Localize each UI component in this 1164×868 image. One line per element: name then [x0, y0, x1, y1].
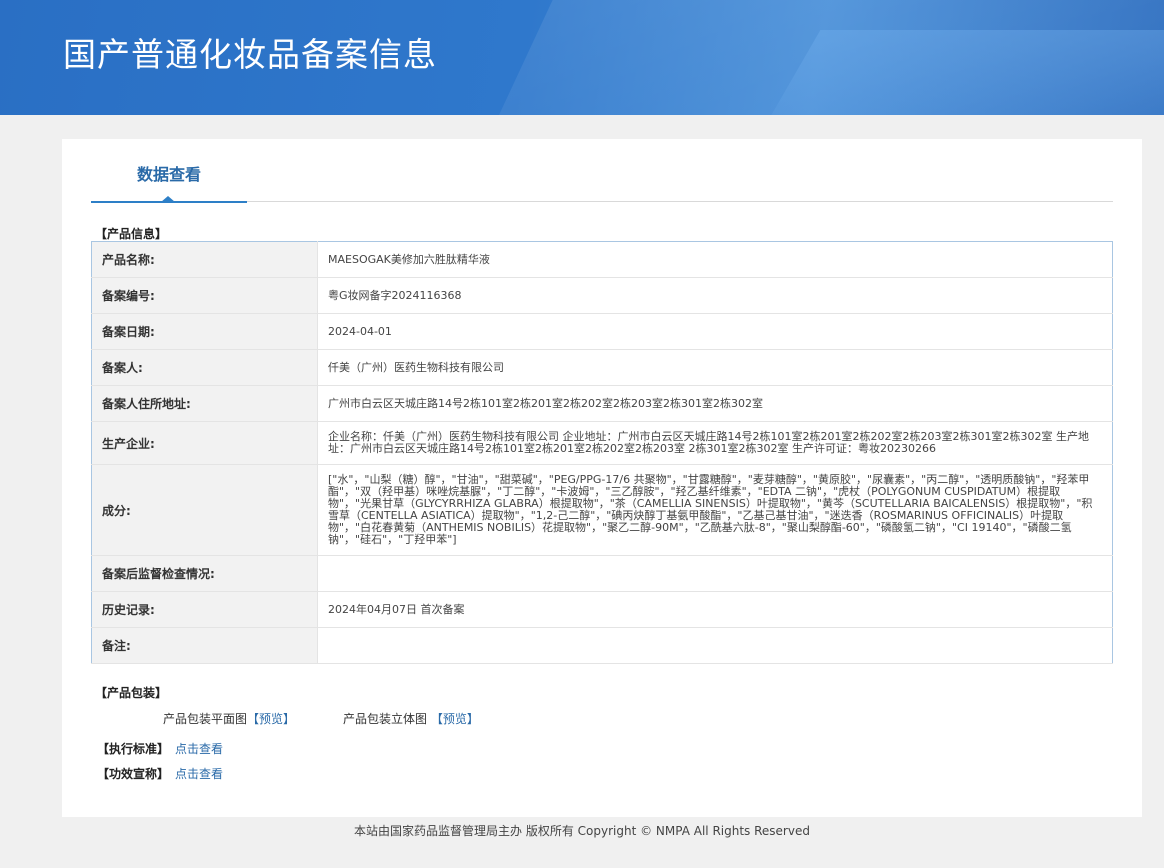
row-label: 产品名称:	[91, 241, 318, 278]
tab-label: 数据查看	[136, 165, 201, 184]
packaging-solid-label: 产品包装立体图	[343, 712, 428, 726]
row-label: 备案后监督检查情况:	[91, 555, 318, 592]
packaging-flat-item: 产品包装平面图【预览】	[163, 710, 295, 727]
table-row: 备案人: 仟美（广州）医药生物科技有限公司	[91, 349, 1113, 386]
product-info-heading: 【产品信息】	[95, 227, 168, 241]
registration-number-value: 粤G妆网备字2024116368	[317, 277, 1113, 314]
table-row: 备案编号: 粤G妆网备字2024116368	[91, 277, 1113, 314]
efficacy-view-link[interactable]: 点击查看	[175, 767, 223, 781]
product-name-value: MAESOGAK美修加六胜肽精华液	[317, 241, 1113, 278]
table-row: 历史记录: 2024年04月07日 首次备案	[91, 591, 1113, 628]
tab-data-view[interactable]: 数据查看	[91, 161, 247, 203]
table-row: 成分: ["水"，"山梨（糖）醇"，"甘油"，"甜菜碱"，"PEG/PPG-17…	[91, 464, 1113, 556]
efficacy-line: 【功效宣称】 点击查看	[97, 765, 223, 782]
manufacturer-value: 企业名称：仟美（广州）医药生物科技有限公司 企业地址：广州市白云区天城庄路14号…	[317, 421, 1113, 465]
row-label: 成分:	[91, 464, 318, 556]
registrant-address-value: 广州市白云区天城庄路14号2栋101室2栋201室2栋202室2栋203室2栋3…	[317, 385, 1113, 422]
table-row: 备案日期: 2024-04-01	[91, 313, 1113, 350]
packaging-solid-item: 产品包装立体图 【预览】	[343, 710, 479, 727]
packaging-flat-label: 产品包装平面图	[163, 712, 248, 726]
packaging-solid-preview-link[interactable]: 【预览】	[431, 712, 479, 726]
product-info-table: 产品名称: MAESOGAK美修加六胜肽精华液 备案编号: 粤G妆网备字2024…	[91, 241, 1113, 664]
standards-line: 【执行标准】 点击查看	[97, 740, 223, 757]
row-label: 备案日期:	[91, 313, 318, 350]
row-label: 备案编号:	[91, 277, 318, 314]
table-row: 备注:	[91, 627, 1113, 664]
registration-date-value: 2024-04-01	[317, 313, 1113, 350]
page-title: 国产普通化妆品备案信息	[63, 35, 437, 74]
efficacy-label: 【功效宣称】	[97, 767, 170, 781]
standards-label: 【执行标准】	[97, 742, 170, 756]
header-banner: 国产普通化妆品备案信息	[0, 0, 1164, 115]
supervision-value	[317, 555, 1113, 592]
table-row: 产品名称: MAESOGAK美修加六胜肽精华液	[91, 241, 1113, 278]
row-label: 生产企业:	[91, 421, 318, 465]
row-label: 备案人住所地址:	[91, 385, 318, 422]
ingredients-value: ["水"，"山梨（糖）醇"，"甘油"，"甜菜碱"，"PEG/PPG-17/6 共…	[317, 464, 1113, 556]
main-panel: 数据查看 【产品信息】 产品名称: MAESOGAK美修加六胜肽精华液 备案编号…	[62, 139, 1142, 817]
history-value: 2024年04月07日 首次备案	[317, 591, 1113, 628]
row-label: 备案人:	[91, 349, 318, 386]
table-row: 生产企业: 企业名称：仟美（广州）医药生物科技有限公司 企业地址：广州市白云区天…	[91, 421, 1113, 465]
registrant-value: 仟美（广州）医药生物科技有限公司	[317, 349, 1113, 386]
standards-view-link[interactable]: 点击查看	[175, 742, 223, 756]
table-row: 备案后监督检查情况:	[91, 555, 1113, 592]
packaging-heading: 【产品包装】	[95, 686, 168, 700]
table-row: 备案人住所地址: 广州市白云区天城庄路14号2栋101室2栋201室2栋202室…	[91, 385, 1113, 422]
footer-copyright: 本站由国家药品监督管理局主办 版权所有 Copyright © NMPA All…	[354, 824, 810, 838]
row-label: 历史记录:	[91, 591, 318, 628]
tab-bar: 数据查看	[91, 161, 1113, 203]
packaging-flat-preview-link[interactable]: 【预览】	[247, 712, 295, 726]
remarks-value	[317, 627, 1113, 664]
caret-up-icon	[161, 196, 175, 202]
row-label: 备注:	[91, 627, 318, 664]
